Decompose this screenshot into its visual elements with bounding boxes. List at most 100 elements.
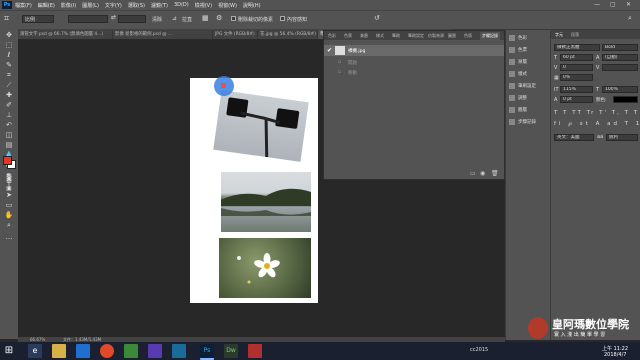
- tracking-input[interactable]: [602, 64, 638, 71]
- hand-tool-icon[interactable]: ✋: [3, 211, 15, 220]
- straighten-label[interactable]: 拉直: [182, 16, 192, 23]
- lasso-tool-icon[interactable]: ℓ: [3, 51, 15, 60]
- tab-clone-source[interactable]: 仿製來源: [428, 32, 444, 40]
- content-aware-checkbox[interactable]: [280, 16, 285, 21]
- brush-tool-icon[interactable]: ✐: [3, 101, 15, 110]
- horizontal-scale-input[interactable]: 100%: [602, 86, 638, 93]
- app-icon[interactable]: [172, 344, 186, 358]
- tab-brushes[interactable]: 筆刷: [392, 32, 400, 40]
- dock-gradients[interactable]: 漸層: [509, 58, 549, 67]
- vertical-scale-input[interactable]: 115%: [560, 86, 593, 93]
- history-snapshot-row[interactable]: ✔ 裸機.jpg: [324, 45, 504, 56]
- eraser-tool-icon[interactable]: ◫: [3, 131, 15, 140]
- menu-layer[interactable]: 圖層(L): [82, 2, 99, 9]
- font-size-input[interactable]: 60 pt: [560, 54, 593, 61]
- new-document-from-state-icon[interactable]: ▭: [470, 170, 476, 177]
- quick-select-tool-icon[interactable]: ✎: [3, 61, 15, 70]
- chrome-icon[interactable]: [100, 344, 114, 358]
- tab-gradients[interactable]: 漸層: [360, 32, 368, 40]
- app-icon[interactable]: [124, 344, 138, 358]
- tab-history[interactable]: 步驟記錄: [480, 32, 500, 40]
- dock-history[interactable]: 步驟記錄: [509, 118, 549, 127]
- dreamweaver-taskbar-icon[interactable]: Dw: [224, 344, 238, 358]
- crop-tool-icon[interactable]: ⌗: [4, 14, 14, 24]
- straighten-icon[interactable]: ⊿: [172, 15, 177, 22]
- dock-layers[interactable]: 圖層: [509, 106, 549, 115]
- snapshot-brush-icon[interactable]: ✔: [327, 47, 332, 54]
- menu-filter[interactable]: 濾鏡(T): [151, 2, 168, 9]
- minimize-button[interactable]: —: [594, 1, 600, 8]
- tab-brush-settings[interactable]: 筆刷設定: [408, 32, 424, 40]
- reset-icon[interactable]: ↺: [374, 14, 380, 22]
- tab-document-3[interactable]: JPG 文件 (RGB/8#): [213, 30, 258, 39]
- snapshot-camera-icon[interactable]: ◉: [480, 170, 485, 177]
- close-button[interactable]: ✕: [626, 1, 631, 8]
- app-icon[interactable]: [248, 344, 262, 358]
- menu-window[interactable]: 視窗(W): [218, 2, 237, 9]
- text-color-swatch[interactable]: [613, 96, 638, 103]
- maximize-button[interactable]: ▢: [610, 1, 616, 8]
- trash-icon[interactable]: 🗑: [491, 170, 499, 177]
- tab-styles[interactable]: 樣式: [376, 32, 384, 40]
- width-input[interactable]: [68, 15, 108, 23]
- flower-photo[interactable]: [219, 238, 311, 298]
- foreground-color-swatch[interactable]: [3, 156, 12, 165]
- document-canvas[interactable]: [190, 76, 318, 303]
- tab-document-1[interactable]: 滴管文字.psd @ 66.7% (無填色圖層 4...): [18, 30, 113, 39]
- menu-select[interactable]: 選取(S): [128, 2, 145, 9]
- tab-character[interactable]: 字元: [555, 31, 563, 39]
- overlay-grid-icon[interactable]: ▦: [202, 14, 209, 22]
- tab-layers[interactable]: 圖層: [448, 32, 456, 40]
- windows-start-icon[interactable]: ⊞: [2, 344, 16, 358]
- lake-photo[interactable]: [221, 172, 311, 232]
- app-icon[interactable]: [148, 344, 162, 358]
- folder-icon[interactable]: [52, 344, 66, 358]
- eyedropper-tool-icon[interactable]: ⟋: [3, 81, 15, 90]
- tab-channels[interactable]: 色版: [464, 32, 472, 40]
- history-item[interactable]: ▫ 開啟: [324, 59, 504, 67]
- gradient-tool-icon[interactable]: ▤: [3, 141, 15, 150]
- ie-icon[interactable]: e: [28, 344, 42, 358]
- menu-edit[interactable]: 編輯(E): [38, 2, 55, 9]
- street-lamp-photo[interactable]: [213, 90, 309, 162]
- menu-view[interactable]: 檢視(V): [195, 2, 212, 9]
- dock-color[interactable]: 色彩: [509, 34, 549, 43]
- search-icon[interactable]: ⌕: [628, 14, 632, 23]
- settings-gear-icon[interactable]: ⚙: [216, 14, 222, 22]
- kerning-input[interactable]: 0: [560, 64, 593, 71]
- tab-paragraph[interactable]: 段落: [571, 31, 579, 39]
- language-select[interactable]: 英文：美國: [554, 134, 594, 141]
- clone-stamp-tool-icon[interactable]: ⊥: [3, 111, 15, 120]
- menu-type[interactable]: 文字(Y): [105, 2, 122, 9]
- dock-styles[interactable]: 樣式: [509, 70, 549, 79]
- baseline-shift-input[interactable]: 0 pt: [560, 96, 593, 103]
- screen-mode-icon[interactable]: ▣: [3, 184, 15, 193]
- opentype-buttons[interactable]: fi ℘ st A ad T 1st ½: [554, 121, 640, 129]
- history-brush-tool-icon[interactable]: ↶: [3, 121, 15, 130]
- tsume-input[interactable]: 0%: [560, 74, 593, 81]
- faux-style-buttons[interactable]: T T TT Tr T' T, T T: [554, 110, 638, 118]
- tab-document-2[interactable]: 影像 從影格的範例.psd @ ...: [113, 30, 213, 39]
- zoom-tool-icon[interactable]: ⌕: [3, 221, 15, 230]
- font-family-select[interactable]: 微軟正黑體: [554, 44, 600, 51]
- ratio-select[interactable]: 比例: [22, 15, 54, 23]
- swap-icon[interactable]: ⇄: [111, 14, 116, 21]
- leading-input[interactable]: (自動): [602, 54, 638, 61]
- antialias-select[interactable]: 銳利: [606, 134, 638, 141]
- tab-document-4[interactable]: 花.jpg @ 56.4% (RGB/8#): [258, 30, 318, 39]
- history-item[interactable]: ▫ 移動: [324, 69, 504, 77]
- clear-button[interactable]: 清除: [152, 16, 162, 23]
- dock-swatches[interactable]: 色票: [509, 46, 549, 55]
- height-input[interactable]: [118, 15, 146, 23]
- dock-brush-settings[interactable]: 筆刷設定: [509, 82, 549, 91]
- tab-color[interactable]: 色彩: [328, 32, 336, 40]
- photoshop-taskbar-icon[interactable]: Ps: [200, 344, 214, 360]
- menu-file[interactable]: 檔案(F): [15, 2, 32, 9]
- media-player-icon[interactable]: [76, 344, 90, 358]
- menu-image[interactable]: 影像(I): [61, 2, 76, 9]
- menu-3d[interactable]: 3D(D): [174, 2, 189, 8]
- menu-help[interactable]: 說明(H): [243, 2, 261, 9]
- crop-tool-icon[interactable]: ⌗: [3, 71, 15, 80]
- more-tools-icon[interactable]: …: [3, 233, 15, 242]
- move-tool-icon[interactable]: ✥: [3, 31, 15, 40]
